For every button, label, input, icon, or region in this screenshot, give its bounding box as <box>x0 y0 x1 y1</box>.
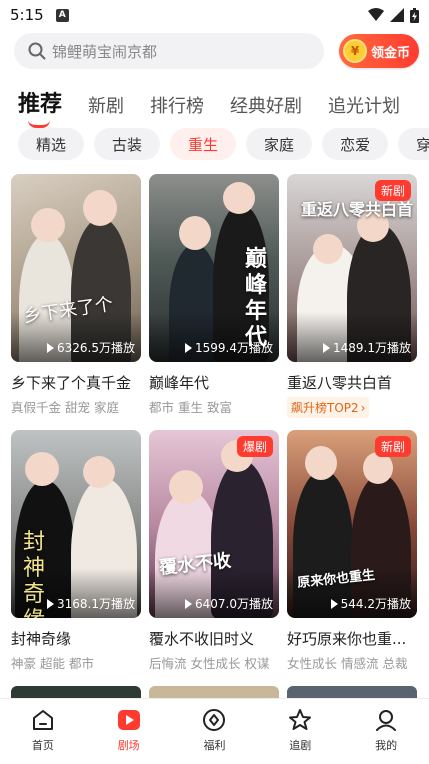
drama-card[interactable]: 重返八零共白首 新剧 1489.1万播放 重返八零共白首 飙升榜TOP2 › <box>287 174 417 418</box>
wifi-icon <box>368 8 384 21</box>
chip-rebirth[interactable]: 重生 <box>170 128 237 160</box>
poster-title-art: 巅峰年代 <box>245 246 268 350</box>
play-icon <box>323 342 330 353</box>
drama-card[interactable]: 原来你也重生 新剧 544.2万播放 好巧原来你也重... 女性成长 情感流 总… <box>287 430 417 672</box>
nav-follow[interactable]: 追剧 <box>257 699 343 764</box>
drama-tags: 都市 重生 致富 <box>149 400 232 415</box>
drama-title[interactable]: 巅峰年代 <box>149 372 279 393</box>
nav-label: 我的 <box>375 739 398 752</box>
tab-ranking[interactable]: 排行榜 <box>150 92 204 118</box>
drama-card[interactable]: 巅峰年代 1599.4万播放 巅峰年代 都市 重生 致富 <box>149 174 279 416</box>
genre-chips: 精选 古装 重生 家庭 恋爱 穿越 <box>18 128 429 160</box>
play-icon <box>47 598 54 609</box>
nav-theater[interactable]: 剧场 <box>86 699 172 764</box>
play-icon <box>185 598 192 609</box>
play-count: 6407.0万播放 <box>185 595 273 612</box>
drama-poster[interactable]: 巅峰年代 1599.4万播放 <box>149 174 279 362</box>
play-count: 544.2万播放 <box>330 595 411 612</box>
drama-title[interactable]: 重返八零共白首 <box>287 372 417 393</box>
theater-play-icon <box>117 710 140 730</box>
play-icon <box>47 342 54 353</box>
home-icon <box>32 710 53 730</box>
nav-label: 福利 <box>203 739 226 752</box>
drama-poster[interactable]: 覆水不收 爆剧 6407.0万播放 <box>149 430 279 618</box>
notification-icon: A <box>55 8 69 22</box>
drama-card[interactable]: 乡下来了个 6326.5万播放 乡下来了个真千金 真假千金 甜宠 家庭 <box>11 174 141 416</box>
drama-poster[interactable]: 封神奇缘 3168.1万播放 <box>11 430 141 618</box>
search-icon <box>28 42 46 60</box>
chevron-right-icon: › <box>360 400 366 415</box>
chip-family[interactable]: 家庭 <box>246 128 313 160</box>
play-count-text: 6407.0万播放 <box>195 597 273 611</box>
new-drama-badge: 新剧 <box>374 180 411 201</box>
play-count-text: 544.2万播放 <box>340 597 411 611</box>
play-count-text: 3168.1万播放 <box>57 597 135 611</box>
drama-title[interactable]: 封神奇缘 <box>11 628 141 649</box>
drama-tags: 真假千金 甜宠 家庭 <box>11 400 119 415</box>
chip-featured[interactable]: 精选 <box>18 128 85 160</box>
nav-label: 剧场 <box>117 739 140 752</box>
drama-poster[interactable]: 重返八零共白首 新剧 1489.1万播放 <box>287 174 417 362</box>
nav-label: 追剧 <box>289 739 312 752</box>
tab-label: 推荐 <box>18 92 63 117</box>
tab-new-drama[interactable]: 新剧 <box>88 92 124 118</box>
play-icon <box>185 342 192 353</box>
play-count: 1599.4万播放 <box>185 339 273 356</box>
gift-icon <box>203 709 226 731</box>
chip-costume[interactable]: 古装 <box>94 128 161 160</box>
play-count-text: 1489.1万播放 <box>333 341 411 355</box>
rank-tag-text: 飙升榜TOP2 <box>291 401 359 415</box>
rank-tag[interactable]: 飙升榜TOP2 › <box>287 397 370 418</box>
status-bar: 5:15 A <box>0 0 429 30</box>
drama-poster[interactable]: 乡下来了个 6326.5万播放 <box>11 174 141 362</box>
drama-title[interactable]: 乡下来了个真千金 <box>11 372 141 393</box>
drama-title[interactable]: 覆水不收旧时义 <box>149 628 279 649</box>
drama-tags: 后悔流 女性成长 权谋 <box>149 656 270 671</box>
nav-profile[interactable]: 我的 <box>343 699 429 764</box>
tab-classics[interactable]: 经典好剧 <box>230 92 302 118</box>
drama-title[interactable]: 好巧原来你也重... <box>287 628 417 649</box>
play-count: 3168.1万播放 <box>47 595 135 612</box>
chip-romance[interactable]: 恋爱 <box>322 128 389 160</box>
signal-icon <box>390 8 404 22</box>
nav-home[interactable]: 首页 <box>0 699 86 764</box>
new-drama-badge: 新剧 <box>374 436 411 457</box>
drama-card[interactable]: 封神奇缘 3168.1万播放 封神奇缘 神豪 超能 都市 <box>11 430 141 672</box>
coin-icon: ¥ <box>343 39 367 63</box>
collect-coins-button[interactable]: ¥ 领金币 <box>339 34 419 68</box>
poster-title-art: 封神奇缘 <box>23 530 46 618</box>
search-placeholder: 锦鲤萌宝闹京都 <box>52 42 158 61</box>
tab-recommend[interactable]: 推荐 <box>18 86 63 128</box>
tab-spotlight-plan[interactable]: 追光计划 <box>328 92 400 118</box>
collect-coins-label: 领金币 <box>371 45 411 61</box>
drama-card[interactable]: 覆水不收 爆剧 6407.0万播放 覆水不收旧时义 后悔流 女性成长 权谋 <box>149 430 279 672</box>
play-count-text: 6326.5万播放 <box>57 341 135 355</box>
active-tab-indicator <box>28 120 50 128</box>
hit-drama-badge: 爆剧 <box>236 436 273 457</box>
chip-time-travel[interactable]: 穿越 <box>398 128 429 160</box>
profile-icon <box>376 710 397 731</box>
nav-welfare[interactable]: 福利 <box>172 699 258 764</box>
play-count: 1489.1万播放 <box>323 339 411 356</box>
category-tabs: 推荐 新剧 排行榜 经典好剧 追光计划 <box>18 82 426 128</box>
status-time: 5:15 <box>10 6 44 24</box>
battery-icon <box>410 7 419 23</box>
play-count-text: 1599.4万播放 <box>195 341 273 355</box>
drama-poster[interactable]: 原来你也重生 新剧 544.2万播放 <box>287 430 417 618</box>
play-count: 6326.5万播放 <box>47 339 135 356</box>
drama-tags: 女性成长 情感流 总裁 <box>287 656 408 671</box>
bottom-nav: 首页 剧场 福利 追剧 我的 <box>0 698 429 764</box>
star-follow-icon <box>289 709 312 730</box>
search-row: 锦鲤萌宝闹京都 ¥ 领金币 <box>14 32 419 70</box>
search-input[interactable]: 锦鲤萌宝闹京都 <box>14 33 324 69</box>
nav-label: 首页 <box>31 739 54 752</box>
drama-tags: 神豪 超能 都市 <box>11 656 94 671</box>
play-icon <box>330 598 338 609</box>
